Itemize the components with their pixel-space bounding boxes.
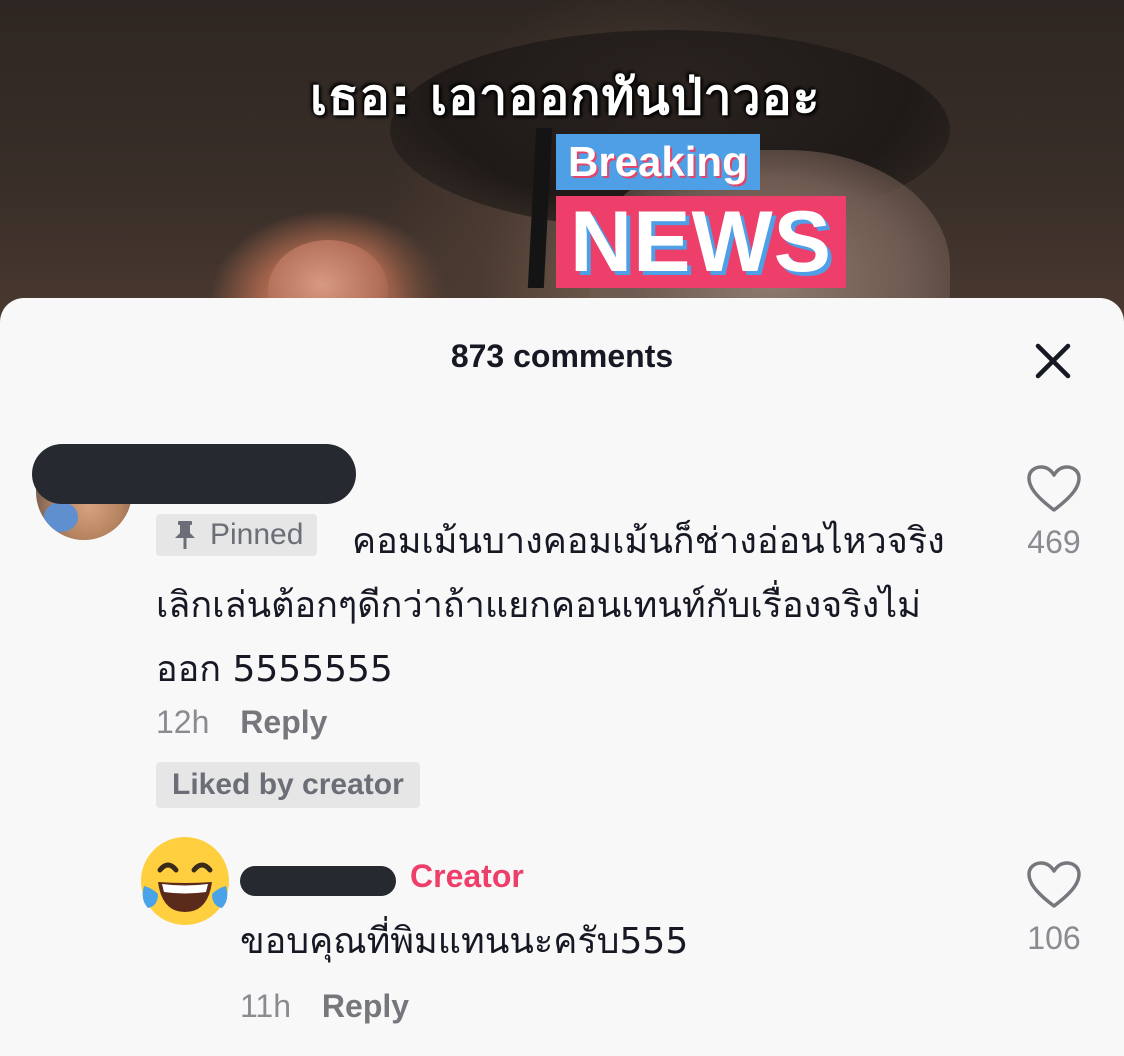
heart-icon[interactable]	[1026, 464, 1082, 514]
pinned-label: Pinned	[210, 518, 304, 551]
laughing-emoji-icon[interactable]	[138, 834, 232, 928]
like-count: 106	[1027, 920, 1081, 956]
reply-time: 11h	[240, 988, 292, 1024]
reply-button[interactable]: Reply	[240, 704, 327, 740]
breaking-news-sticker: Breaking NEWS	[527, 124, 852, 292]
creator-badge: Creator	[410, 858, 524, 894]
comment-meta: 12h Reply	[156, 704, 327, 741]
heart-icon[interactable]	[1026, 860, 1082, 910]
news-label: NEWS	[556, 196, 846, 288]
video-background[interactable]: เธอ: เอาออกทันป่าวอะ Breaking NEWS	[0, 0, 1124, 410]
avatar-detail	[44, 502, 78, 532]
screen: เธอ: เอาออกทันป่าวอะ Breaking NEWS 873 c…	[0, 0, 1124, 1056]
comments-sheet: 873 comments คอมเม้นบางคอมเม้นก็ช่างอ่อน…	[0, 298, 1124, 1056]
reply-to-reply-button[interactable]: Reply	[322, 988, 409, 1024]
breaking-label: Breaking	[556, 134, 760, 190]
pin-icon	[175, 521, 195, 549]
pinned-badge: Pinned	[156, 514, 318, 556]
redacted-creator-username	[240, 866, 396, 896]
reply-like: 106	[1004, 860, 1104, 957]
reply-text: ขอบคุณที่พิมแทนนะครับ555	[240, 921, 689, 962]
liked-by-creator-badge: Liked by creator	[156, 762, 420, 808]
reply-meta: 11h Reply	[240, 988, 409, 1025]
redacted-username	[32, 444, 356, 504]
comment-time: 12h	[156, 704, 210, 740]
like-count: 469	[1027, 524, 1081, 560]
sticker-bar	[527, 128, 553, 288]
comment-like: 469	[1004, 464, 1104, 561]
close-icon[interactable]	[1030, 338, 1076, 384]
comments-count-title: 873 comments	[450, 338, 674, 374]
